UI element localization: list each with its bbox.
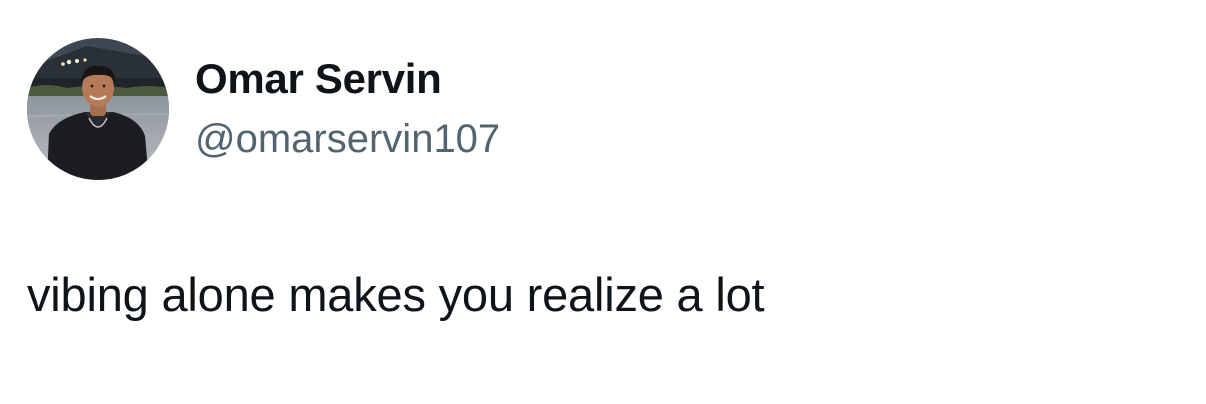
author-avatar[interactable] (27, 38, 169, 180)
author-handle[interactable]: @omarservin107 (195, 117, 500, 161)
tweet-card: Omar Servin @omarservin107 vibing alone … (0, 0, 1206, 404)
author-display-name[interactable]: Omar Servin (195, 56, 442, 102)
tweet-body-text: vibing alone makes you realize a lot (27, 268, 765, 321)
avatar-photo-icon (27, 38, 169, 180)
